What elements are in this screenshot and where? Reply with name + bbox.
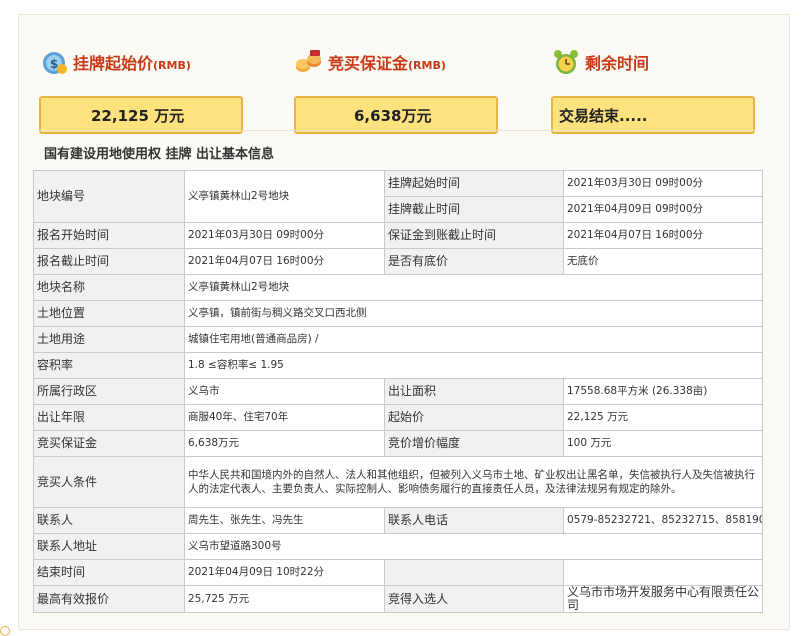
increment-label: 竞价增价幅度 [384,430,564,457]
section-title: 国有建设用地使用权 挂牌 出让基本信息 [44,147,275,162]
table-row: 报名截止时间 2021年04月07日 16时00分 是否有底价 无底价 [33,248,763,275]
table-row: 竞买人条件 中华人民共和国境内外的自然人、法人和其他组织，但被列入义乌市土地、矿… [33,456,763,508]
term-value: 商服40年、住宅70年 [184,404,385,431]
table-row: 所属行政区 义乌市 出让面积 17558.68平方米 (26.338亩) [33,378,763,405]
remaining-time-value: 交易结束..... [551,96,755,134]
parcel-name-value: 义亭镇黄林山2号地块 [184,274,763,301]
svg-text:$: $ [50,57,58,71]
table-row: 地块编号 义亭镇黄林山2号地块 挂牌起始时间 2021年03月30日 09时00… [33,170,763,223]
contact-value: 周先生、张先生、冯先生 [184,507,385,534]
land-use-label: 土地用途 [33,326,185,353]
phone-value: 0579-85232721、85232715、85819030 [563,507,763,534]
deposit-deadline-value: 2021年04月07日 16时00分 [563,222,763,249]
table-row: 土地用途 城镇住宅用地(普通商品房) / [33,326,763,353]
signup-start-label: 报名开始时间 [33,222,185,249]
plot-ratio-label: 容积率 [33,352,185,379]
divider [37,130,755,131]
table-row: 联系人 周先生、张先生、冯先生 联系人电话 0579-85232721、8523… [33,507,763,534]
signup-end-value: 2021年04月07日 16时00分 [184,248,385,275]
table-row: 最高有效报价 25,725 万元 竞得入选人 义乌市市场开发服务中心有限责任公司 [33,585,763,613]
table-row: 报名开始时间 2021年03月30日 09时00分 保证金到账截止时间 2021… [33,222,763,249]
district-value: 义乌市 [184,378,385,405]
table-row: 联系人地址 义乌市望道路300号 [33,533,763,560]
term-label: 出让年限 [33,404,185,431]
land-info-table: 地块编号 义亭镇黄林山2号地块 挂牌起始时间 2021年03月30日 09时00… [33,170,763,613]
winner-value: 义乌市市场开发服务中心有限责任公司 [563,585,763,613]
reserve-price-label: 是否有底价 [384,248,564,275]
signup-start-value: 2021年03月30日 09时00分 [184,222,385,249]
reserve-price-value: 无底价 [563,248,763,275]
increment-value: 100 万元 [563,430,763,457]
listing-end-value: 2021年04月09日 09时00分 [563,196,763,223]
deposit-value: 6,638万元 [294,96,498,134]
table-row: 出让年限 商服40年、住宅70年 起始价 22,125 万元 [33,404,763,431]
empty-label [384,559,564,586]
starting-price-header: $ 挂牌起始价(RMB) [39,45,191,79]
bid-deposit-label: 竞买保证金 [33,430,185,457]
winner-label: 竞得入选人 [384,585,564,613]
alarm-clock-icon [551,47,581,77]
address-label: 联系人地址 [33,533,185,560]
table-row: 竞买保证金 6,638万元 竞价增价幅度 100 万元 [33,430,763,457]
area-value: 17558.68平方米 (26.338亩) [563,378,763,405]
address-value: 义乌市望道路300号 [184,533,763,560]
bidder-conditions-label: 竞买人条件 [33,456,185,508]
deposit-deadline-label: 保证金到账截止时间 [384,222,564,249]
remaining-time-header: 剩余时间 [551,45,649,79]
deposit-header: 竞买保证金(RMB) [294,45,446,79]
deposit-metric: 竞买保证金(RMB) 6,638万元 [294,45,504,135]
corner-circle-icon [0,626,10,636]
end-time-label: 结束时间 [33,559,185,586]
starting-price-value: 22,125 万元 [39,96,243,134]
listing-end-label: 挂牌截止时间 [384,196,564,223]
parcel-name-label: 地块名称 [33,274,185,301]
contact-label: 联系人 [33,507,185,534]
table-row: 土地位置 义亭镇，镇前街与稠义路交叉口西北侧 [33,300,763,327]
parcel-no-label: 地块编号 [33,170,185,223]
deposit-title: 竞买保证金(RMB) [328,54,446,73]
area-label: 出让面积 [384,378,564,405]
remaining-time-title: 剩余时间 [585,54,650,73]
table-row: 地块名称 义亭镇黄林山2号地块 [33,274,763,301]
signup-end-label: 报名截止时间 [33,248,185,275]
district-label: 所属行政区 [33,378,185,405]
land-use-value: 城镇住宅用地(普通商品房) / [184,326,763,353]
bid-deposit-value: 6,638万元 [184,430,385,457]
highest-bid-label: 最高有效报价 [33,585,185,613]
money-bag-icon: $ [39,47,69,77]
table-row: 结束时间 2021年04月09日 10时22分 [33,559,763,586]
starting-price-metric: $ 挂牌起始价(RMB) 22,125 万元 [39,45,249,135]
table-row: 容积率 1.8 ≤容积率≤ 1.95 [33,352,763,379]
location-value: 义亭镇，镇前街与稠义路交叉口西北侧 [184,300,763,327]
parcel-no-value: 义亭镇黄林山2号地块 [184,170,385,223]
empty-value [563,559,763,586]
start-price-value: 22,125 万元 [563,404,763,431]
location-label: 土地位置 [33,300,185,327]
highest-bid-value: 25,725 万元 [184,585,385,613]
coins-icon [294,47,324,77]
phone-label: 联系人电话 [384,507,564,534]
listing-start-value: 2021年03月30日 09时00分 [563,170,763,197]
remaining-time-metric: 剩余时间 交易结束..... [551,45,761,135]
start-price-label: 起始价 [384,404,564,431]
bidder-conditions-value: 中华人民共和国境内外的自然人、法人和其他组织，但被列入义乌市土地、矿业权出让黑名… [184,456,763,508]
plot-ratio-value: 1.8 ≤容积率≤ 1.95 [184,352,763,379]
end-time-value: 2021年04月09日 10时22分 [184,559,385,586]
listing-start-label: 挂牌起始时间 [384,170,564,197]
starting-price-title: 挂牌起始价(RMB) [73,54,191,73]
